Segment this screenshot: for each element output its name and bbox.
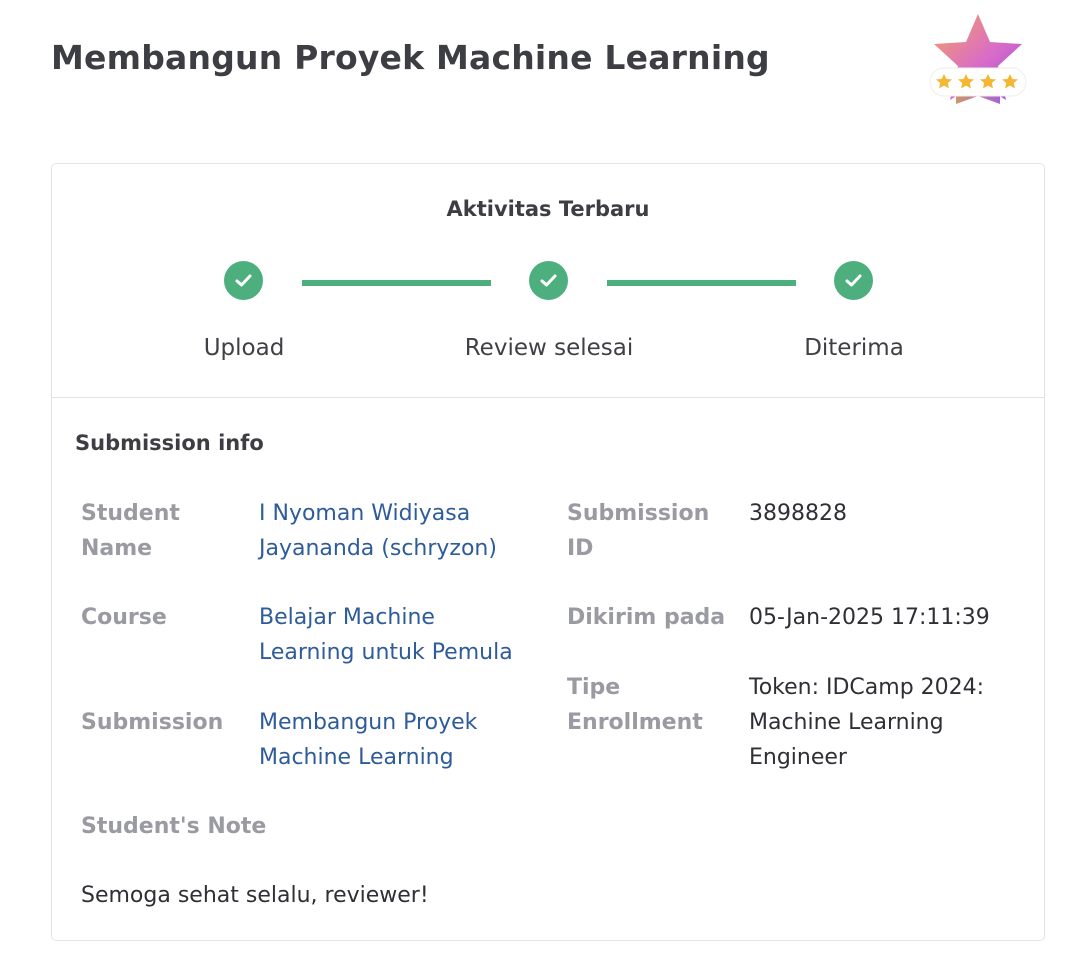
sent-at-label: Dikirim pada — [567, 605, 726, 630]
activity-section: Aktivitas Terbaru Upload Review selesai … — [52, 164, 1044, 398]
student-note-label: Student's Note — [81, 814, 267, 839]
course-link[interactable]: Belajar Machine Learning untuk Pemula — [259, 600, 513, 670]
step-accepted-check-icon — [834, 261, 873, 300]
enrollment-type-label: Tipe Enrollment — [567, 675, 703, 735]
student-name-label: Student Name — [81, 501, 180, 561]
step-connector-2 — [607, 280, 796, 286]
course-label: Course — [81, 605, 167, 630]
submission-label: Submission — [81, 710, 224, 735]
student-name-link[interactable]: I Nyoman Widiyasa Jayananda (schryzon) — [259, 496, 497, 566]
enrollment-type-value: Token: IDCamp 2024: Machine Learning Eng… — [749, 675, 985, 770]
step-label-upload: Upload — [203, 335, 285, 361]
step-review-check-icon — [529, 261, 568, 300]
rating-badge-icon — [926, 12, 1030, 108]
submission-id-label: Submission ID — [567, 501, 710, 561]
page-title: Membangun Proyek Machine Learning — [51, 38, 770, 77]
submission-id-value: 3898828 — [749, 501, 847, 526]
submission-card: Aktivitas Terbaru Upload Review selesai … — [51, 163, 1045, 941]
submission-link[interactable]: Membangun Proyek Machine Learning — [259, 705, 477, 775]
activity-title: Aktivitas Terbaru — [446, 197, 650, 221]
submission-page: Membangun Proyek Machine Learning Aktivi… — [0, 0, 1080, 969]
student-note-text: Semoga sehat selalu, reviewer! — [81, 883, 429, 908]
step-upload-check-icon — [224, 261, 263, 300]
submission-info-title: Submission info — [75, 431, 264, 455]
step-connector-1 — [302, 280, 491, 286]
sent-at-value: 05-Jan-2025 17:11:39 — [749, 605, 990, 630]
step-label-accepted: Diterima — [804, 335, 904, 361]
step-label-review: Review selesai — [464, 335, 634, 361]
